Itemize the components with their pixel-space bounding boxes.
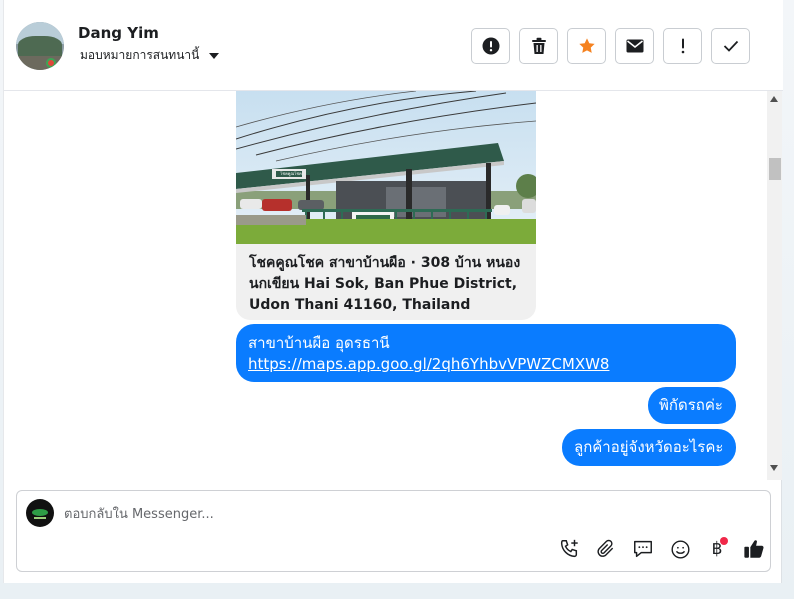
saved-replies-button[interactable] xyxy=(631,537,655,561)
envelope-icon xyxy=(626,39,643,53)
spam-report-button[interactable] xyxy=(471,28,510,64)
chat-scrollbar[interactable] xyxy=(767,91,782,480)
composer-tools: ฿ xyxy=(557,537,766,561)
assign-conversation-dropdown[interactable]: มอบหมายการสนทนานี้ xyxy=(80,46,220,65)
scroll-up-arrow-icon[interactable] xyxy=(770,96,778,102)
user-name[interactable]: Dang Yim xyxy=(78,24,159,42)
header-actions xyxy=(471,28,750,64)
attach-button[interactable] xyxy=(594,537,618,561)
message-bubble[interactable]: พิกัดรถค่ะ xyxy=(648,387,736,424)
delete-button[interactable] xyxy=(519,28,558,64)
reply-input[interactable] xyxy=(64,503,664,525)
chat-bubble-icon xyxy=(634,540,652,558)
page-avatar xyxy=(26,499,54,527)
message-bubble[interactable]: ลูกค้าอยู่จังหวัดอะไรคะ xyxy=(562,429,736,466)
user-avatar[interactable] xyxy=(16,22,64,70)
paperclip-icon xyxy=(597,539,614,557)
caret-down-icon xyxy=(209,52,220,59)
message-text: สาขาบ้านผือ อุดรธานี xyxy=(248,334,390,352)
scroll-down-arrow-icon[interactable] xyxy=(770,465,778,471)
location-card[interactable]: โชคคูณโชค โชคคูณโชค สาขาบ้านผือ · 308 บ้… xyxy=(236,91,536,320)
assign-label: มอบหมายการสนทนานี้ xyxy=(80,48,200,62)
message-bubble[interactable]: สาขาบ้านผือ อุดรธานี https://maps.app.go… xyxy=(236,324,736,382)
emoji-icon xyxy=(670,539,690,559)
message-thread[interactable]: โชคคูณโชค โชคคูณโชค สาขาบ้านผือ · 308 บ้… xyxy=(4,91,783,480)
star-button[interactable] xyxy=(567,28,606,64)
thumbs-up-icon xyxy=(744,540,764,558)
notification-dot xyxy=(720,537,728,545)
mark-unread-button[interactable] xyxy=(615,28,654,64)
reply-composer: ฿ xyxy=(16,490,771,572)
follow-up-button[interactable] xyxy=(663,28,702,64)
scroll-thumb[interactable] xyxy=(769,158,781,180)
mark-done-button[interactable] xyxy=(711,28,750,64)
location-sign-text: โชคคูณโชค xyxy=(280,171,302,176)
exclamation-circle-icon xyxy=(482,37,499,55)
checkmark-icon xyxy=(723,40,738,52)
conversation-header: Dang Yim มอบหมายการสนทนานี้ xyxy=(4,0,783,91)
exclamation-icon xyxy=(681,38,684,54)
phone-plus-icon xyxy=(560,539,578,558)
location-address: โชคคูณโชค สาขาบ้านผือ · 308 บ้าน หนองนกเ… xyxy=(249,255,521,313)
trash-icon xyxy=(531,37,546,54)
payment-button[interactable]: ฿ xyxy=(705,537,729,561)
maps-link[interactable]: https://maps.app.goo.gl/2qh6YhbvVPWZCMXW… xyxy=(248,354,724,375)
location-photo: โชคคูณโชค xyxy=(236,91,536,244)
star-icon xyxy=(578,38,595,53)
emoji-button[interactable] xyxy=(668,537,692,561)
conversation-panel: Dang Yim มอบหมายการสนทนานี้ โชคคูณโชค โช… xyxy=(3,0,783,583)
like-button[interactable] xyxy=(742,537,766,561)
call-button[interactable] xyxy=(557,537,581,561)
